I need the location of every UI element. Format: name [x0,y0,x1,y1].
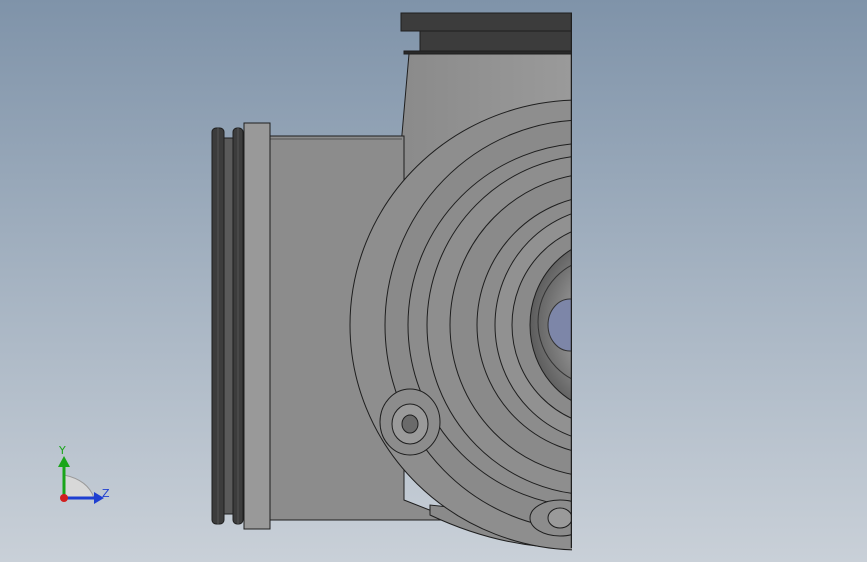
cad-model[interactable] [0,0,867,562]
y-axis-label: Y [58,444,66,457]
triad-origin [60,494,68,502]
triad-plane-shape [63,474,95,499]
top-cap-lower [419,30,572,52]
top-cap [400,12,572,32]
orientation-triad[interactable]: Y Z [40,440,130,520]
center-hub [547,298,572,352]
z-axis-label: Z [102,487,110,500]
left-flange-plate [243,122,271,530]
graphics-viewport[interactable]: Y Z [0,0,867,562]
y-axis-arrow [58,456,70,467]
